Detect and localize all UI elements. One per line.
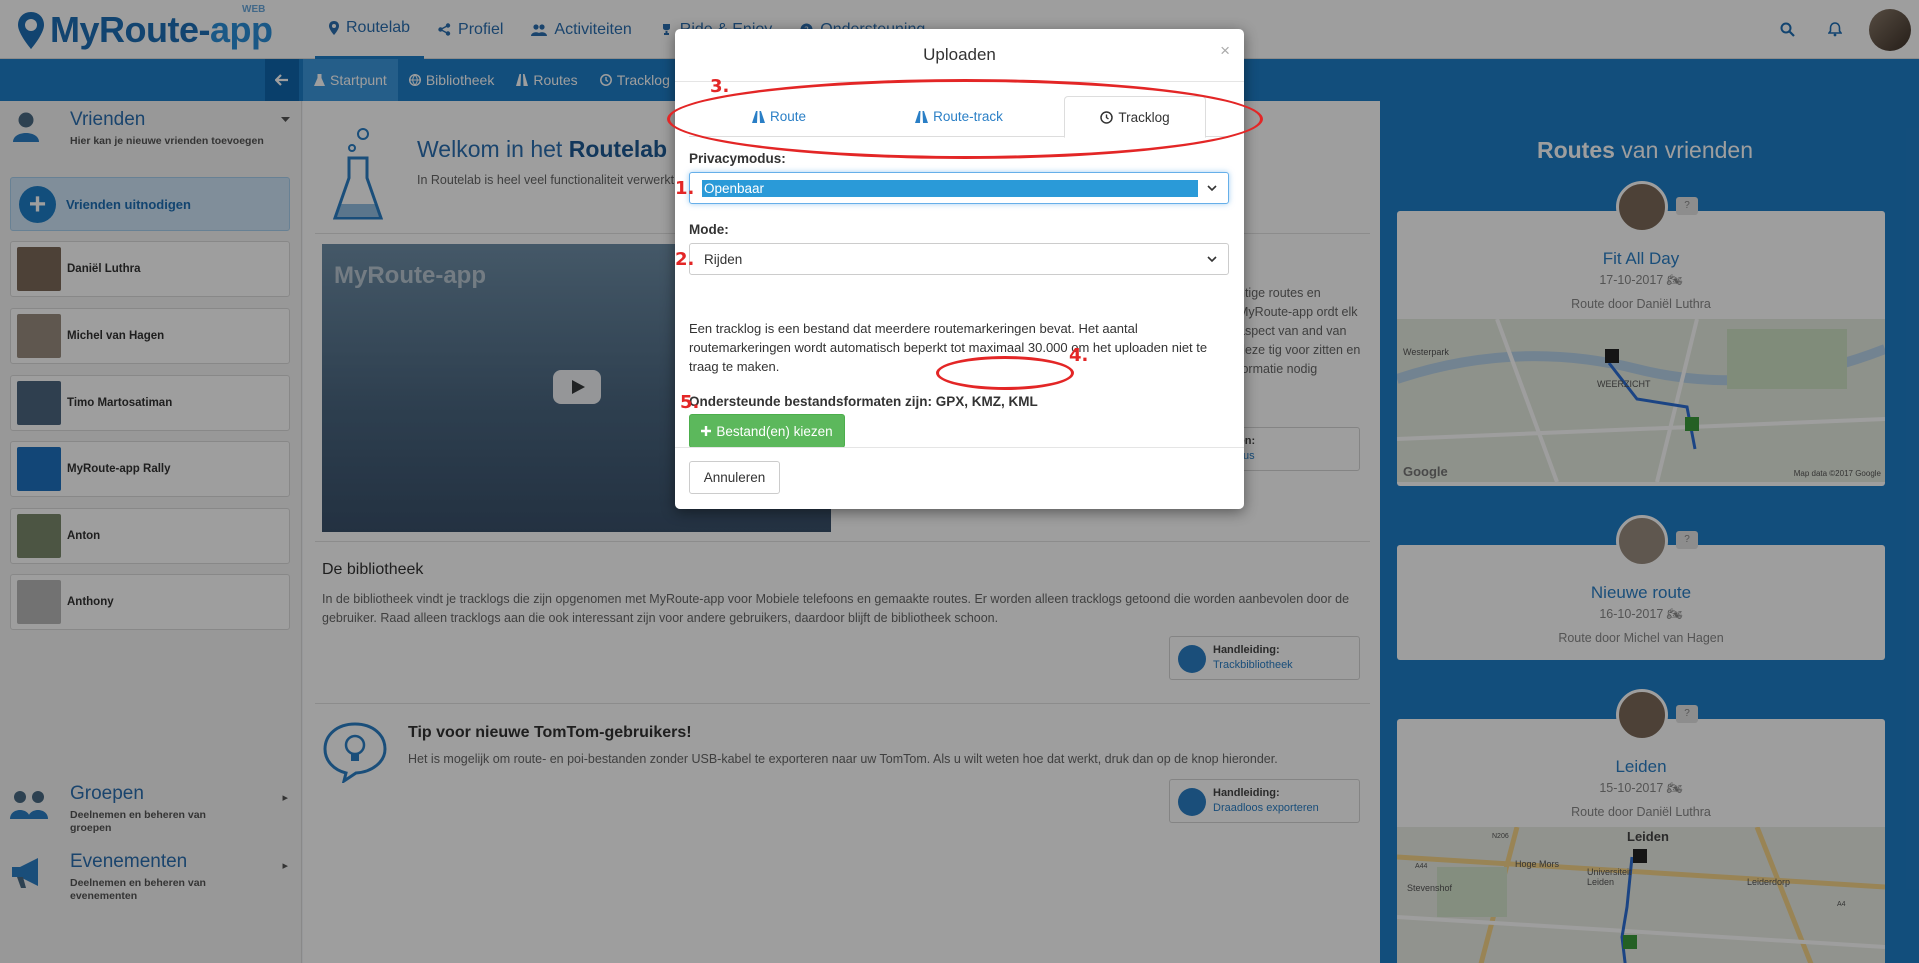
annotation-ellipse-tabs — [667, 79, 1263, 159]
modal-footer-divider — [675, 447, 1244, 448]
plus-icon — [701, 426, 712, 436]
annotation-ellipse-formats — [936, 356, 1074, 390]
modal-title: Uploaden — [923, 45, 996, 64]
choose-files-button[interactable]: Bestand(en) kiezen — [689, 414, 845, 448]
annotation-number: 2. — [675, 249, 695, 270]
privacy-label: Privacymodus: — [689, 151, 786, 166]
privacy-value: Openbaar — [702, 180, 1198, 197]
mode-value: Rijden — [704, 252, 743, 267]
annotation-number: 5. — [680, 392, 700, 413]
chevron-down-icon — [1207, 185, 1217, 192]
formats-list: GPX, KMZ, KML — [935, 394, 1038, 409]
annotation-number: 3. — [710, 76, 730, 97]
mode-label: Mode: — [689, 222, 729, 237]
close-icon[interactable]: × — [1220, 41, 1230, 61]
cancel-button[interactable]: Annuleren — [689, 461, 780, 494]
choose-files-label: Bestand(en) kiezen — [716, 423, 833, 439]
annotation-number: 4. — [1069, 345, 1089, 366]
mode-select[interactable]: Rijden — [689, 243, 1229, 275]
supported-formats: Ondersteunde bestandsformaten zijn: GPX,… — [689, 394, 1038, 409]
annotation-number: 1. — [675, 178, 695, 199]
privacy-select[interactable]: Openbaar — [689, 172, 1229, 204]
chevron-down-icon — [1207, 256, 1217, 263]
